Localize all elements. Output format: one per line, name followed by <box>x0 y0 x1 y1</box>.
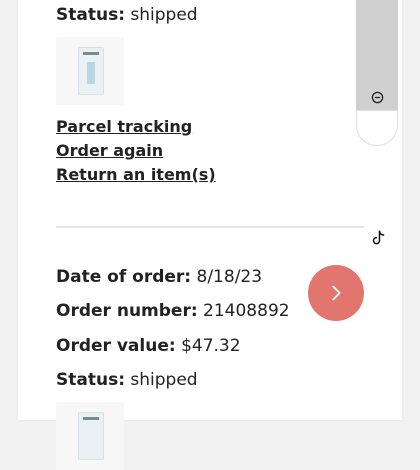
order-2-date: Date of order: 8/18/23 <box>56 266 262 288</box>
order-2-product-thumbnail[interactable] <box>56 402 124 470</box>
order-number-value: 21408892 <box>203 301 290 321</box>
status-value: shipped <box>130 370 198 390</box>
order-2-value: Order value: $47.32 <box>56 335 241 357</box>
tiktok-icon <box>372 230 385 245</box>
order-value-label: Order value: <box>56 336 176 356</box>
return-items-link[interactable]: Return an item(s) <box>56 164 216 186</box>
date-label: Date of order: <box>56 267 192 287</box>
status-label: Status: <box>56 370 125 390</box>
floating-side-panel <box>356 0 398 245</box>
product-box-image <box>78 47 104 95</box>
order-1-product-thumbnail[interactable] <box>56 37 124 105</box>
date-value: 8/18/23 <box>196 267 263 287</box>
order-1-status: Status: shipped <box>56 4 198 26</box>
zoom-out-icon[interactable] <box>371 91 384 104</box>
parcel-tracking-link[interactable]: Parcel tracking <box>56 116 192 138</box>
order-2-status: Status: shipped <box>56 369 198 391</box>
status-label: Status: <box>56 5 125 25</box>
order-again-link[interactable]: Order again <box>56 140 163 162</box>
order-number-label: Order number: <box>56 301 198 321</box>
order-details-next-button[interactable] <box>308 265 364 321</box>
product-box-image <box>78 412 104 460</box>
order-divider <box>56 226 364 228</box>
order-2-number: Order number: 21408892 <box>56 300 290 322</box>
status-value: shipped <box>130 5 198 25</box>
order-value-value: $47.32 <box>181 336 241 356</box>
chevron-right-icon <box>332 285 341 301</box>
